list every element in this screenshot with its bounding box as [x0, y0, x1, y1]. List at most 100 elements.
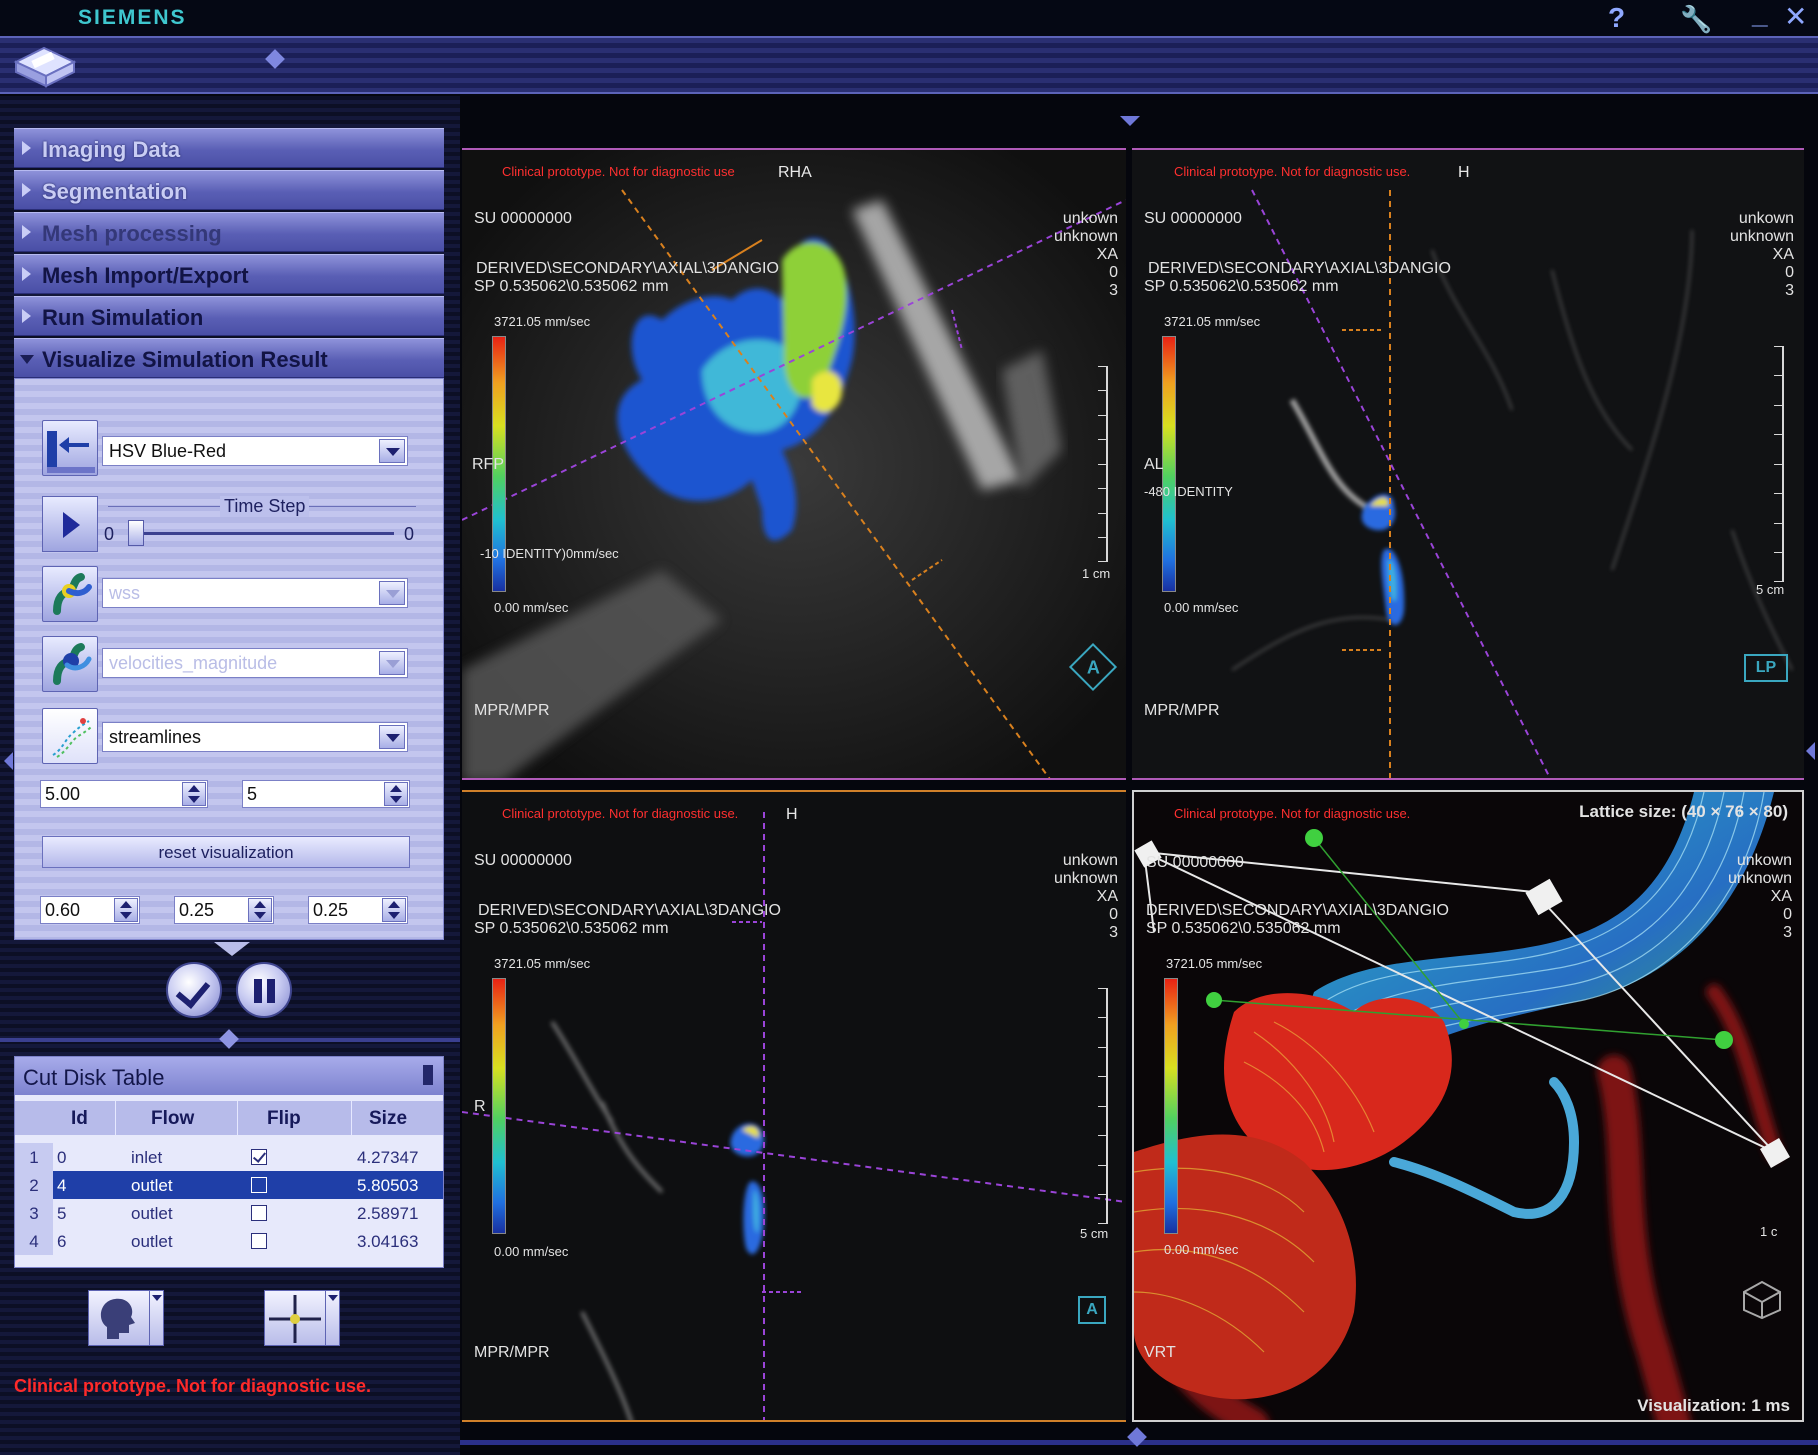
- application-logo-icon[interactable]: [10, 44, 80, 88]
- vessel-wss-icon[interactable]: [42, 566, 98, 622]
- series-description: DERIVED\SECONDARY\AXIAL\3DANGIO: [476, 260, 779, 277]
- flip-checkbox[interactable]: [251, 1149, 267, 1165]
- crosshair-tool[interactable]: [264, 1290, 340, 1346]
- spinner-value: 5.00: [45, 784, 81, 804]
- streamline-count-spinner[interactable]: 5: [242, 780, 410, 808]
- accordion-segmentation[interactable]: Segmentation: [14, 170, 444, 210]
- head-orientation-tool[interactable]: [88, 1290, 164, 1346]
- clinical-warning-overlay: Clinical prototype. Not for diagnostic u…: [1174, 806, 1411, 821]
- column-header-flip[interactable]: Flip: [267, 1108, 301, 1130]
- flip-checkbox[interactable]: [251, 1233, 267, 1249]
- time-step-slider-thumb[interactable]: [128, 520, 144, 546]
- panel-menu-icon[interactable]: [423, 1065, 433, 1085]
- expand-arrow-icon: [22, 267, 31, 281]
- cell-size: 2.58971: [357, 1204, 419, 1223]
- patient-name: unkown: [1738, 210, 1794, 227]
- apply-checkmark-button[interactable]: [166, 962, 222, 1018]
- render-mode-value: streamlines: [109, 727, 202, 747]
- lattice-size-label: Lattice size: (40 × 76 × 80): [1579, 802, 1788, 821]
- viewport-top-right[interactable]: Clinical prototype. Not for diagnostic u…: [1132, 148, 1804, 780]
- play-button[interactable]: [42, 496, 98, 552]
- patient-id: unknown: [1053, 870, 1118, 887]
- patient-name: unkown: [1062, 210, 1118, 227]
- splitter-handle-left[interactable]: [4, 752, 13, 770]
- accordion-run-simulation[interactable]: Run Simulation: [14, 296, 444, 336]
- flip-checkbox[interactable]: [251, 1205, 267, 1221]
- orientation-cube-icon[interactable]: A: [1078, 1296, 1106, 1324]
- render-mode-label: MPR/MPR: [1144, 702, 1220, 719]
- spinner-arrows-icon[interactable]: [248, 898, 272, 922]
- velocity-select[interactable]: velocities_magnitude: [102, 648, 408, 678]
- expand-arrow-icon: [22, 183, 31, 197]
- param-spinner-1[interactable]: 0.60: [40, 896, 140, 924]
- accordion-mesh-import-export[interactable]: Mesh Import/Export: [14, 254, 444, 294]
- column-header-flow[interactable]: Flow: [151, 1108, 194, 1130]
- expand-arrow-icon: [22, 225, 31, 239]
- window-level-text: -10 IDENTITY)0mm/sec: [480, 546, 619, 561]
- table-row[interactable]: 3 5 outlet 2.58971: [15, 1199, 443, 1227]
- 3d-orientation-cube-icon[interactable]: [1742, 1280, 1782, 1320]
- render-mode-label: MPR/MPR: [474, 1344, 550, 1361]
- chevron-down-icon[interactable]: [149, 1291, 163, 1345]
- column-header-id[interactable]: Id: [71, 1108, 88, 1130]
- study-id: SU 00000000: [474, 210, 572, 227]
- render-mode-label: VRT: [1144, 1344, 1176, 1361]
- chevron-down-icon[interactable]: [379, 725, 405, 749]
- reset-visualization-button[interactable]: reset visualization: [42, 836, 410, 868]
- help-icon[interactable]: ?: [1608, 2, 1625, 34]
- chevron-down-icon[interactable]: [379, 581, 405, 605]
- cut-disk-table: Cut Disk Table Id Flow Flip Size 1 0 inl…: [14, 1056, 444, 1268]
- scale-label: 5 cm: [1080, 1226, 1109, 1241]
- spinner-arrows-icon[interactable]: [182, 782, 206, 806]
- spinner-value: 0.25: [179, 900, 215, 920]
- viewport-bottom-left[interactable]: Clinical prototype. Not for diagnostic u…: [462, 790, 1126, 1422]
- spinner-arrows-icon[interactable]: [114, 898, 138, 922]
- render-time-label: Visualization: 1 ms: [1637, 1396, 1790, 1415]
- streamlines-icon[interactable]: [42, 708, 98, 764]
- spinner-arrows-icon[interactable]: [384, 782, 408, 806]
- accordion-mesh-processing[interactable]: Mesh processing: [14, 212, 444, 252]
- wss-select[interactable]: wss: [102, 578, 408, 608]
- cell-flow: outlet: [131, 1232, 173, 1251]
- streamline-step-spinner[interactable]: 5.00: [40, 780, 208, 808]
- splitter-handle-right[interactable]: [1806, 742, 1815, 760]
- column-header-size[interactable]: Size: [369, 1108, 407, 1130]
- param-spinner-2[interactable]: 0.25: [174, 896, 274, 924]
- accordion-imaging-data[interactable]: Imaging Data: [14, 128, 444, 168]
- accordion-visualize-simulation-result[interactable]: Visualize Simulation Result: [14, 338, 444, 378]
- viewport-bottom-right[interactable]: Clinical prototype. Not for diagnostic u…: [1132, 790, 1804, 1422]
- colormap-icon[interactable]: [42, 420, 98, 476]
- cell-size: 4.27347: [357, 1148, 419, 1167]
- param-spinner-3[interactable]: 0.25: [308, 896, 408, 924]
- minimize-icon[interactable]: _: [1752, 0, 1768, 30]
- chevron-down-icon[interactable]: [325, 1291, 339, 1345]
- scale-label: 1 cm: [1082, 566, 1111, 581]
- flip-checkbox[interactable]: [251, 1177, 267, 1193]
- pause-button[interactable]: [236, 962, 292, 1018]
- collapse-arrow-icon: [20, 355, 34, 364]
- cell-id: 5: [57, 1204, 67, 1223]
- time-step-min: 0: [104, 524, 115, 544]
- close-icon[interactable]: ✕: [1784, 0, 1807, 33]
- render-mode-select[interactable]: streamlines: [102, 722, 408, 752]
- velocity-value: velocities_magnitude: [109, 653, 278, 673]
- side-orientation-label: RFP: [472, 456, 504, 473]
- chevron-down-icon[interactable]: [379, 439, 405, 463]
- table-row-selected[interactable]: 2 4 outlet 5.80503: [15, 1171, 443, 1199]
- time-step-slider-track[interactable]: [136, 532, 394, 535]
- colormap-select[interactable]: HSV Blue-Red: [102, 436, 408, 466]
- expand-arrow-icon: [22, 141, 31, 155]
- splitter-handle-top[interactable]: [1120, 116, 1140, 126]
- mpr-image: [1132, 150, 1804, 778]
- chevron-down-icon[interactable]: [379, 651, 405, 675]
- orientation-cube-icon[interactable]: LP: [1744, 654, 1788, 682]
- vrt-3d-render: [1134, 792, 1802, 1420]
- table-row[interactable]: 1 0 inlet 4.27347: [15, 1143, 443, 1171]
- vessel-velocity-icon[interactable]: [42, 636, 98, 692]
- table-row[interactable]: 4 6 outlet 3.04163: [15, 1227, 443, 1255]
- spinner-arrows-icon[interactable]: [382, 898, 406, 922]
- spinner-value: 0.25: [313, 900, 349, 920]
- wrench-icon[interactable]: 🔧: [1680, 4, 1712, 35]
- viewport-top-left[interactable]: Clinical prototype. Not for diagnostic u…: [462, 148, 1126, 780]
- study-id: SU 00000000: [1144, 210, 1242, 227]
